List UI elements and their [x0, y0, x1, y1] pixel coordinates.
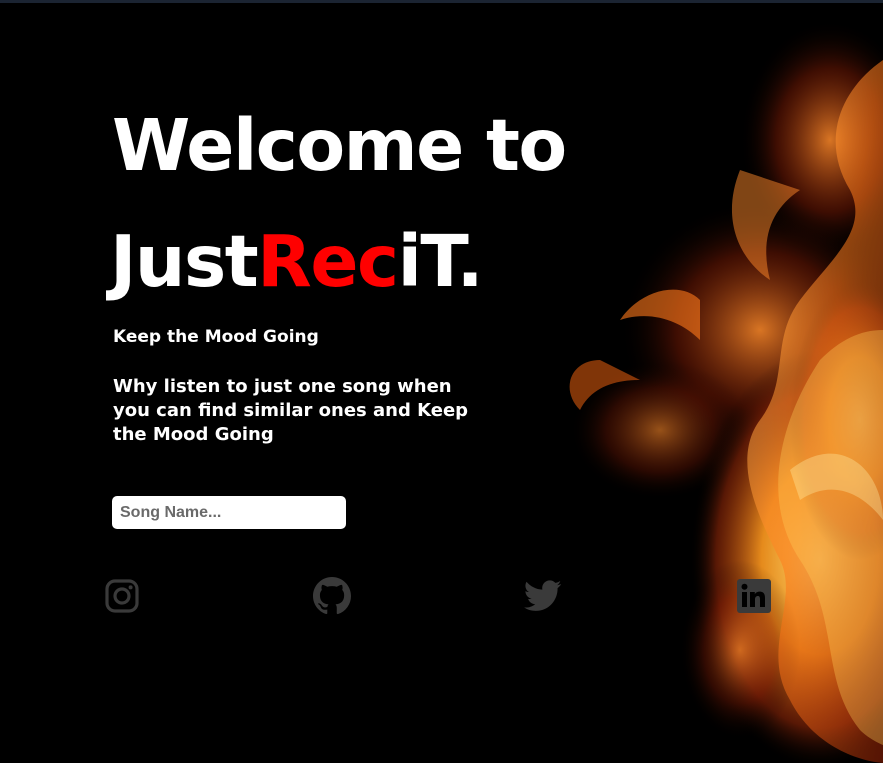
song-search-input[interactable] — [112, 496, 346, 529]
title-line-welcome: Welcome to — [112, 104, 567, 187]
instagram-icon[interactable] — [103, 577, 141, 615]
brand-rec: Rec — [257, 220, 399, 303]
tagline: Keep the Mood Going — [113, 327, 319, 347]
brand-title: JustReciT. — [110, 226, 484, 297]
linkedin-icon[interactable] — [735, 577, 773, 615]
brand-just: Just — [110, 220, 259, 303]
twitter-icon[interactable] — [524, 577, 562, 615]
landing-page: Welcome to JustReciT. Keep the Mood Goin… — [0, 0, 883, 763]
description: Why listen to just one song when you can… — [113, 376, 469, 445]
brand-it: iT. — [397, 220, 484, 303]
github-icon[interactable] — [313, 577, 351, 615]
